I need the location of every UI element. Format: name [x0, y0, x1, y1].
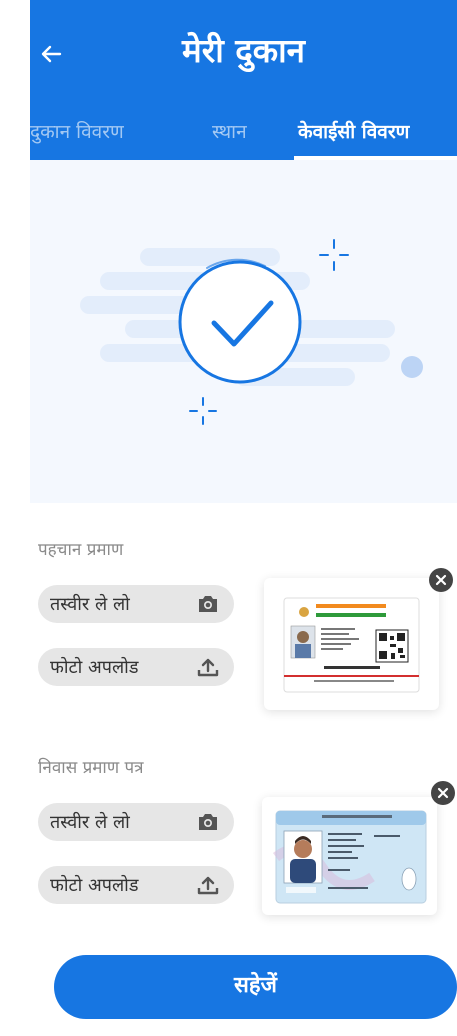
save-button[interactable]: सहेजें [54, 955, 457, 1019]
upload-photo-label: फोटो अपलोड [50, 657, 139, 678]
take-photo-button[interactable]: तस्वीर ले लो [38, 585, 234, 623]
sparkle-icon [319, 239, 349, 271]
upload-photo-button[interactable]: फोटो अपलोड [38, 648, 234, 686]
upload-icon [197, 876, 219, 895]
kyc-success-illustration [30, 160, 457, 503]
identity-proof-label: पहचान प्रमाण [38, 540, 124, 560]
upload-photo-button[interactable]: फोटो अपलोड [38, 866, 234, 904]
close-circle-icon [437, 787, 449, 799]
residence-proof-label: निवास प्रमाण पत्र [38, 758, 144, 778]
status-bar [30, 0, 457, 8]
decor-dot [401, 356, 423, 378]
tab-location[interactable]: स्थान [212, 110, 247, 160]
tab-kyc-details[interactable]: केवाईसी विवरण [298, 110, 409, 160]
aadhaar-card-image [283, 597, 420, 693]
app-header: मेरी दुकान दुकान विवरण स्थान केवाईसी विव… [30, 0, 457, 160]
remove-identity-document-button[interactable] [429, 568, 453, 592]
take-photo-label: तस्वीर ले लो [50, 594, 130, 615]
camera-icon [199, 596, 217, 612]
close-circle-icon [435, 574, 447, 586]
upload-photo-label: फोटो अपलोड [50, 875, 139, 896]
tab-shop-details[interactable]: दुकान विवरण [30, 110, 124, 160]
residence-document-thumbnail[interactable] [262, 781, 455, 915]
pan-card-image [272, 810, 427, 904]
tab-bar: दुकान विवरण स्थान केवाईसी विवरण [30, 110, 457, 160]
take-photo-label: तस्वीर ले लो [50, 812, 130, 833]
page-title: मेरी दुकान [182, 31, 305, 70]
sparkle-icon [189, 397, 217, 425]
camera-icon [199, 814, 217, 830]
take-photo-button[interactable]: तस्वीर ले लो [38, 803, 234, 841]
identity-document-thumbnail[interactable] [264, 568, 453, 710]
upload-icon [197, 658, 219, 677]
remove-residence-document-button[interactable] [431, 781, 455, 805]
checkmark-circle-icon [178, 258, 302, 384]
